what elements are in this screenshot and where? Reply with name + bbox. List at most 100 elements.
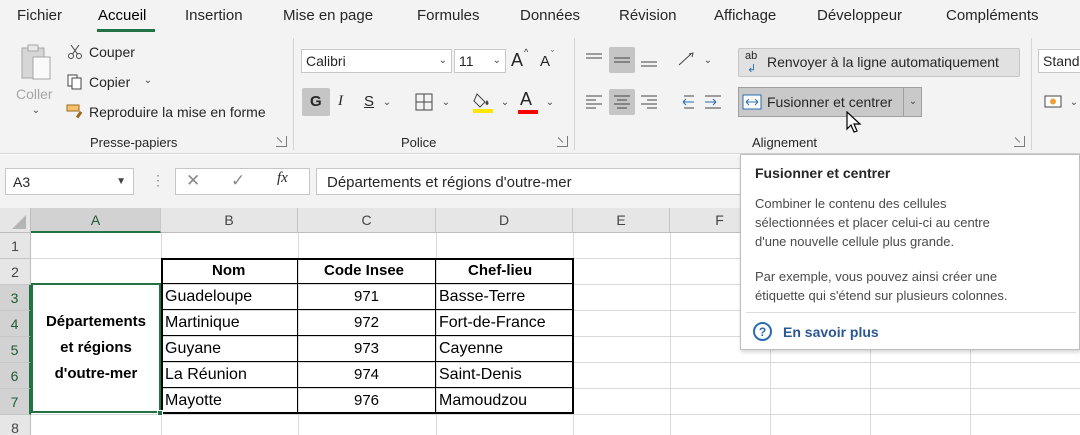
name-box[interactable]: A3 ▼ [5,168,134,195]
tab-revision[interactable]: Révision [619,7,677,24]
cell-chef-lieu[interactable]: Mamoudzou [439,392,527,410]
copy-button[interactable]: Copier [89,74,130,90]
cell-chef-lieu[interactable]: Fort-de-France [439,314,546,332]
learn-more-link[interactable]: En savoir plus [783,324,879,340]
align-bottom-icon[interactable] [639,50,659,70]
orientation-chevron-icon[interactable]: ⌄ [703,56,713,66]
align-center-icon[interactable] [612,92,632,112]
merged-cell-a3[interactable]: Départements et régions d'outre-mer [31,283,161,413]
font-name-value: Calibri [306,53,346,69]
tab-donnees[interactable]: Données [520,7,580,24]
copy-dropdown-chevron-icon[interactable]: ⌄ [143,76,153,86]
alignment-launcher-icon[interactable] [1014,136,1025,147]
header-nom[interactable]: Nom [212,262,245,279]
tab-accueil[interactable]: Accueil [98,7,146,24]
wrap-text-label: Renvoyer à la ligne automatiquement [767,54,999,70]
cell-nom[interactable]: Mayotte [165,392,222,410]
cell-code[interactable]: 971 [354,288,379,305]
cell-nom[interactable]: Guyane [165,340,221,358]
number-format-combo[interactable]: Stand [1038,49,1080,73]
row-header-3[interactable]: 3 [0,285,31,311]
row-header-8[interactable]: 8 [0,415,31,435]
align-left-icon[interactable] [584,92,604,112]
column-header-b[interactable]: B [161,208,298,233]
font-launcher-icon[interactable] [557,136,568,147]
currency-format-icon[interactable] [1043,92,1065,112]
grow-font-arrow-icon: ^ [524,47,529,57]
cancel-entry-icon[interactable]: ✕ [186,171,200,191]
cell-code[interactable]: 972 [354,314,379,331]
underline-chevron-icon[interactable]: ⌄ [382,98,392,108]
confirm-entry-icon[interactable]: ✓ [231,171,245,191]
clipboard-launcher-icon[interactable] [276,136,287,147]
merge-center-chevron-icon[interactable]: ⌄ [908,97,918,107]
font-size-value: 11 [459,53,474,69]
cell-code[interactable]: 976 [354,392,379,409]
increase-indent-icon[interactable] [703,92,723,112]
cell-code[interactable]: 973 [354,340,379,357]
row-header-5[interactable]: 5 [0,337,31,363]
cell-chef-lieu[interactable]: Basse-Terre [439,288,525,306]
header-chef-lieu[interactable]: Chef-lieu [468,262,532,279]
merge-split-divider [903,87,904,117]
orientation-icon[interactable] [676,50,698,70]
select-all-button[interactable] [0,208,31,233]
row-header-2[interactable]: 2 [0,259,31,285]
borders-icon[interactable] [414,92,434,112]
alignment-group-label: Alignement [752,135,818,150]
tab-mise-en-page[interactable]: Mise en page [283,7,373,24]
gridline [31,388,1080,389]
header-code-insee[interactable]: Code Insee [324,262,404,279]
underline-button[interactable]: S [364,93,374,110]
tab-insertion[interactable]: Insertion [185,7,243,24]
table-border [161,258,574,260]
paste-label[interactable]: Coller [16,86,53,102]
tooltip-body-line: d'une nouvelle cellule plus grande. [755,234,955,249]
borders-chevron-icon[interactable]: ⌄ [441,98,451,108]
merge-center-icon [742,93,762,111]
paste-dropdown-chevron-icon[interactable]: ⌄ [30,106,42,116]
row-header-6[interactable]: 6 [0,363,31,389]
tab-complements[interactable]: Compléments [946,7,1039,24]
font-size-combo[interactable]: 11 ⌄ [454,49,506,73]
align-right-icon[interactable] [639,92,659,112]
column-header-c[interactable]: C [298,208,436,233]
currency-chevron-icon[interactable]: ⌄ [1069,98,1079,108]
tab-developpeur[interactable]: Développeur [817,7,902,24]
tooltip-title: Fusionner et centrer [755,165,891,181]
cell-chef-lieu[interactable]: Saint-Denis [439,366,522,384]
fill-color-icon[interactable] [472,90,494,114]
cut-button[interactable]: Couper [89,44,135,60]
paste-icon[interactable] [18,42,54,84]
row-header-4[interactable]: 4 [0,311,31,337]
cell-nom[interactable]: Martinique [165,314,240,332]
tab-formules[interactable]: Formules [417,7,480,24]
fill-handle[interactable] [157,410,163,416]
merged-cell-text: Départements et régions d'outre-mer [46,309,146,387]
font-name-combo[interactable]: Calibri ⌄ [301,49,452,73]
tab-affichage[interactable]: Affichage [714,7,776,24]
cell-nom[interactable]: Guadeloupe [165,288,252,306]
grow-font-button[interactable]: A [511,50,523,71]
cell-nom[interactable]: La Réunion [165,366,247,384]
cell-code[interactable]: 974 [354,366,379,383]
insert-function-icon[interactable]: fx [277,170,288,187]
fill-color-chevron-icon[interactable]: ⌄ [500,98,510,108]
column-header-d[interactable]: D [436,208,573,233]
column-header-e[interactable]: E [573,208,670,233]
font-color-button[interactable]: A [520,89,532,110]
row-header-7[interactable]: 7 [0,389,31,415]
column-header-a[interactable]: A [31,208,161,233]
align-top-icon[interactable] [584,50,604,70]
row-header-1[interactable]: 1 [0,233,31,259]
font-color-chevron-icon[interactable]: ⌄ [545,98,555,108]
cell-chef-lieu[interactable]: Cayenne [439,340,503,358]
format-painter-button[interactable]: Reproduire la mise en forme [89,104,266,120]
align-middle-icon[interactable] [612,50,632,70]
bold-button[interactable]: G [310,93,322,110]
decrease-indent-icon[interactable] [676,92,696,112]
italic-button[interactable]: I [338,93,343,110]
shrink-font-button[interactable]: A [540,53,550,70]
tab-fichier[interactable]: Fichier [17,7,62,24]
help-icon[interactable]: ? [753,322,772,341]
